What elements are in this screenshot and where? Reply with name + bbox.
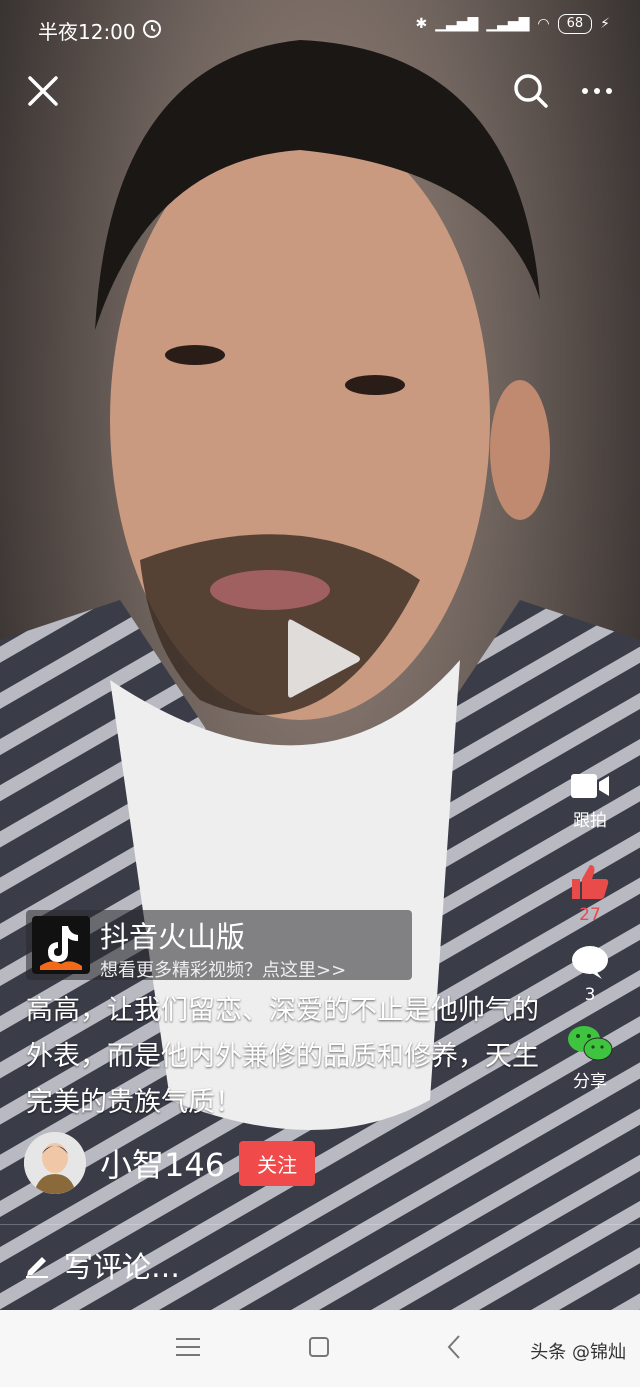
app-promo-banner[interactable]: 抖音火山版 想看更多精彩视频？点这里>>: [26, 910, 412, 981]
back-chevron-icon[interactable]: [446, 1334, 462, 1360]
charging-icon: ⚡: [600, 16, 610, 32]
author-row: 小智146 关注: [24, 1132, 316, 1194]
like-action[interactable]: 27: [558, 863, 622, 925]
comment-count: 3: [584, 985, 596, 1005]
search-icon[interactable]: [512, 72, 550, 110]
alarm-icon: [143, 20, 161, 38]
like-count: 27: [579, 905, 601, 925]
film-label: 跟拍: [573, 811, 607, 831]
status-bar: 半夜12:00 ✱ ▁▃▅▇ ▁▃▅▇ ◠ 68 ⚡: [0, 0, 640, 60]
home-square-icon[interactable]: [308, 1336, 330, 1358]
menu-icon[interactable]: [176, 1336, 200, 1358]
avatar[interactable]: [24, 1132, 86, 1194]
watermark: 头条 @锦灿: [530, 1342, 626, 1363]
signal-icon: ▁▃▅▇: [435, 16, 479, 32]
battery-indicator: 68: [557, 14, 593, 34]
comment-placeholder: 写评论…: [64, 1250, 181, 1284]
promo-title: 抖音火山版: [100, 920, 246, 954]
promo-subtitle: 想看更多精彩视频？点这里>>: [100, 960, 347, 981]
author-name[interactable]: 小智146: [100, 1140, 225, 1186]
system-nav-bar: 头条 @锦灿: [0, 1310, 640, 1387]
side-actions: 跟拍 27 3 分享: [558, 770, 622, 1110]
wifi-icon: ◠: [537, 16, 550, 32]
bluetooth-icon: ✱: [415, 16, 428, 32]
play-icon[interactable]: [284, 614, 364, 704]
film-action[interactable]: 跟拍: [558, 770, 622, 831]
thumbs-up-icon: [572, 865, 609, 899]
share-action[interactable]: 分享: [558, 1023, 622, 1092]
comment-bubble-icon: [572, 946, 608, 979]
comment-input[interactable]: 写评论…: [24, 1244, 180, 1286]
wechat-icon: [568, 1026, 613, 1061]
close-icon[interactable]: [24, 72, 62, 110]
more-dots-icon[interactable]: [578, 72, 616, 110]
share-label: 分享: [573, 1072, 607, 1092]
top-bar: [0, 62, 640, 122]
video-caption: 高高，让我们留恋、深爱的不止是他帅气的外表，而是他内外兼修的品质和修养，天生完美…: [26, 995, 539, 1118]
divider: [0, 1224, 640, 1225]
video-screen: 半夜12:00 ✱ ▁▃▅▇ ▁▃▅▇ ◠ 68 ⚡ 跟拍 27 3 分享 抖音…: [0, 0, 640, 1387]
comment-action[interactable]: 3: [558, 945, 622, 1005]
pencil-icon: [26, 1257, 48, 1278]
status-icons: ✱ ▁▃▅▇ ▁▃▅▇ ◠ 68 ⚡: [415, 14, 610, 34]
signal-hd-icon: ▁▃▅▇: [486, 16, 530, 32]
video-camera-icon: [571, 774, 609, 798]
douyin-app-icon: [32, 916, 90, 974]
status-time: 半夜12:00: [38, 20, 136, 44]
follow-button[interactable]: 关注: [239, 1140, 316, 1186]
